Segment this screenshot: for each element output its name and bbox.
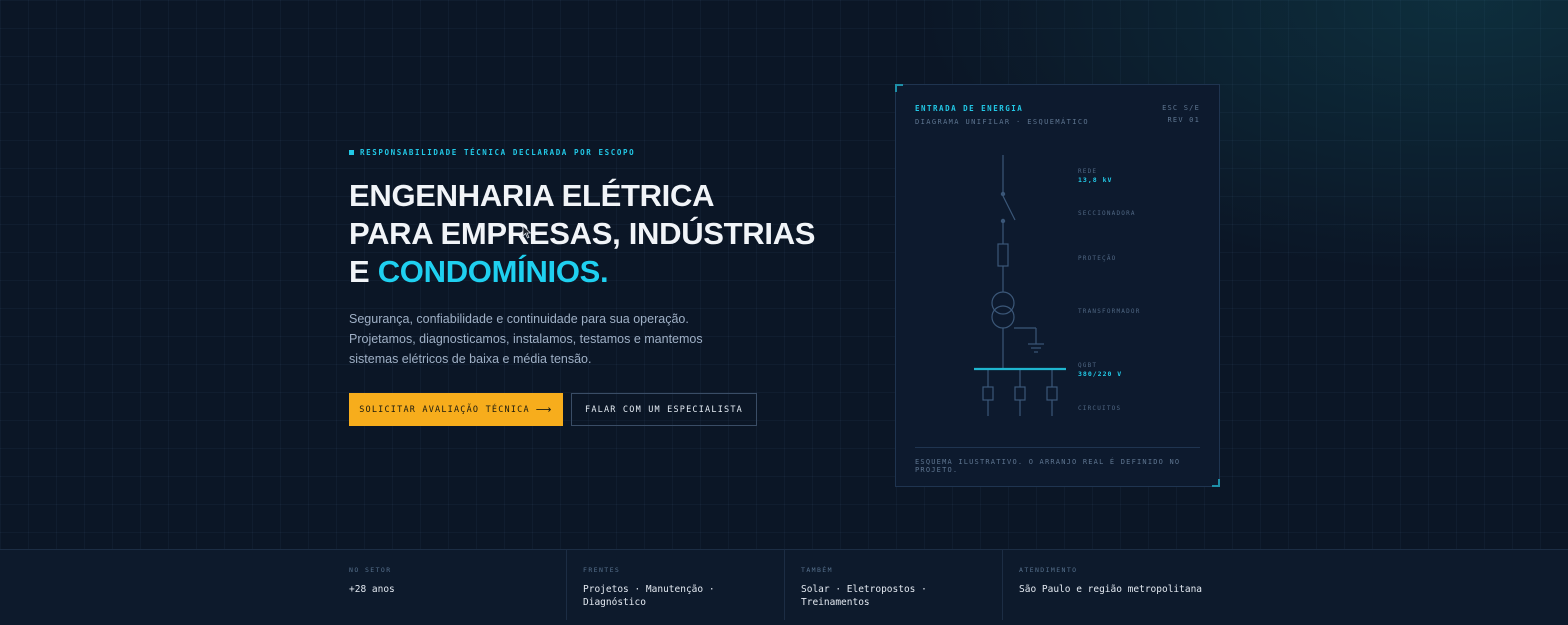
eyebrow-text: RESPONSABILIDADE TÉCNICA DECLARADA POR E…: [360, 148, 636, 157]
talk-to-specialist-label: FALAR COM UM ESPECIALISTA: [585, 404, 743, 415]
label-seccionadora: SECCIONADORA: [1078, 210, 1136, 217]
talk-to-specialist-button[interactable]: FALAR COM UM ESPECIALISTA: [571, 393, 757, 426]
stat-value: +28 anos: [349, 584, 395, 595]
hero-cta-group: SOLICITAR AVALIAÇÃO TÉCNICA ⟶ FALAR COM …: [349, 393, 829, 426]
diagram-footnote: ESQUEMA ILUSTRATIVO. O ARRANJO REAL É DE…: [915, 458, 1181, 474]
headline-accent: CONDOMÍNIOS.: [377, 254, 609, 289]
stat-service-area: ATENDIMENTO São Paulo e região metropoli…: [1019, 550, 1202, 620]
stat-divider: [784, 550, 785, 620]
label-rede: REDE: [1078, 168, 1098, 175]
value-qgbt: 380/220 V: [1078, 370, 1123, 378]
hero-lede: Segurança, confiabilidade e continuidade…: [349, 312, 703, 366]
single-line-diagram-card: ENTRADA DE ENERGIA DIAGRAMA UNIFILAR · E…: [895, 84, 1220, 487]
stat-fronts: FRENTES Projetos · Manutenção · Diagnóst…: [583, 550, 715, 620]
label-circuitos: CIRCUITOS: [1078, 405, 1122, 412]
hero-section: RESPONSABILIDADE TÉCNICA DECLARADA POR E…: [349, 148, 829, 426]
stat-value: São Paulo e região metropolitana: [1019, 584, 1203, 595]
stat-value: Solar · Eletropostos · Treinamentos: [801, 583, 927, 609]
value-rede: 13,8 kV: [1078, 176, 1113, 184]
stat-value-line-2: Treinamentos: [801, 597, 870, 608]
hero-eyebrow: RESPONSABILIDADE TÉCNICA DECLARADA POR E…: [349, 148, 829, 157]
single-line-diagram: [974, 155, 1066, 416]
card-divider: [915, 447, 1200, 448]
mouse-cursor-icon: [522, 225, 532, 244]
stat-divider: [1002, 550, 1003, 620]
arrow-right-icon: ⟶: [535, 403, 553, 416]
stat-divider: [566, 550, 567, 620]
label-protecao: PROTEÇÃO: [1078, 255, 1117, 262]
stat-also: TAMBÉM Solar · Eletropostos · Treinament…: [801, 550, 927, 620]
stat-label: TAMBÉM: [801, 566, 833, 574]
stat-value: Projetos · Manutenção · Diagnóstico: [583, 583, 715, 609]
request-evaluation-button[interactable]: SOLICITAR AVALIAÇÃO TÉCNICA ⟶: [349, 393, 563, 426]
stats-bar: NO SETOR +28 anos FRENTES Projetos · Man…: [0, 549, 1568, 625]
headline-line-3-prefix: E: [349, 254, 370, 289]
stat-label: FRENTES: [583, 566, 621, 574]
request-evaluation-label: SOLICITAR AVALIAÇÃO TÉCNICA: [359, 404, 530, 415]
stat-value-line-1: Solar · Eletropostos ·: [801, 584, 927, 595]
label-transformador: TRANSFORMADOR: [1078, 308, 1141, 315]
stat-label: NO SETOR: [349, 566, 392, 574]
headline-line-2: PARA EMPRESAS, INDÚSTRIAS: [349, 216, 816, 251]
stat-label: ATENDIMENTO: [1019, 566, 1078, 574]
headline-line-1: ENGENHARIA ELÉTRICA: [349, 178, 715, 213]
stat-value-line-2: Diagnóstico: [583, 597, 646, 608]
stat-value-line-1: Projetos · Manutenção ·: [583, 584, 715, 595]
label-qgbt: QGBT: [1078, 362, 1098, 369]
square-bullet-icon: [349, 150, 354, 155]
stat-sector: NO SETOR +28 anos: [349, 550, 395, 620]
hero-headline: ENGENHARIA ELÉTRICA PARA EMPRESAS, INDÚS…: [349, 177, 829, 291]
